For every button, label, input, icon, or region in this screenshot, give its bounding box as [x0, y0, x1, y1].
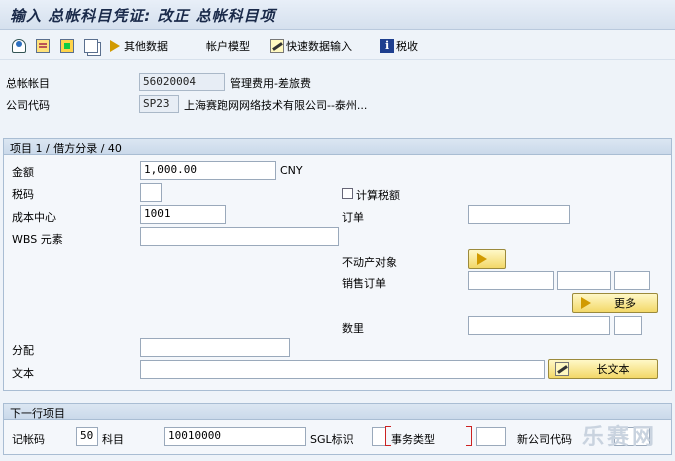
window-title: 输入 总帐科目凭证: 改正 总帐科目项: [10, 7, 276, 25]
sales-order-label: 销售订单: [342, 277, 386, 290]
arrow-right-icon: [475, 252, 489, 266]
order-input[interactable]: [468, 205, 570, 224]
calculate-tax-label: 计算税额: [356, 189, 400, 202]
document-check-icon: [60, 39, 74, 53]
real-estate-button[interactable]: [468, 249, 506, 269]
fast-entry-label: 快速数据输入: [286, 40, 352, 53]
more-button-label: 更多: [614, 297, 636, 310]
copy-icon: [84, 39, 98, 53]
next-item-header: 下一行项目: [4, 404, 671, 420]
order-label: 订单: [342, 211, 364, 224]
document-overview-button[interactable]: [36, 36, 50, 56]
amount-label: 金额: [12, 166, 34, 179]
info-icon: [380, 39, 394, 53]
item-section-header: 项目 1 / 借方分录 / 40: [4, 139, 671, 155]
arrow-right-icon: [108, 39, 122, 53]
account-input[interactable]: 10010000: [164, 427, 306, 446]
transaction-type-input[interactable]: [476, 427, 506, 446]
quantity-input[interactable]: [468, 316, 610, 335]
wbs-input[interactable]: [140, 227, 339, 246]
company-code-description: 上海赛跑网网络技术有限公司--泰州...: [184, 99, 368, 112]
other-data-button[interactable]: 其他数据: [108, 36, 168, 56]
sales-order-schedule-input[interactable]: [614, 271, 650, 290]
gl-account-field: 56020004: [139, 73, 225, 91]
quantity-label: 数里: [342, 322, 364, 335]
assignment-label: 分配: [12, 344, 34, 357]
application-toolbar: 其他数据 帐户模型 快速数据输入 税收: [0, 31, 675, 60]
company-code-field: SP23: [139, 95, 179, 113]
display-user-button[interactable]: [12, 36, 26, 56]
user-icon: [12, 39, 26, 53]
tax-code-input[interactable]: [140, 183, 162, 202]
more-button[interactable]: 更多: [572, 293, 658, 313]
edit-pencil-icon: [270, 39, 284, 53]
gl-account-description: 管理费用-差旅费: [230, 77, 311, 90]
tax-button[interactable]: 税收: [380, 36, 418, 56]
arrow-right-icon: [579, 296, 593, 310]
amount-input[interactable]: 1,000.00: [140, 161, 276, 180]
account-label: 科目: [102, 433, 124, 446]
text-label: 文本: [12, 367, 34, 380]
account-model-button[interactable]: 帐户模型: [206, 36, 250, 56]
company-code-label: 公司代码: [6, 99, 50, 112]
sgl-indicator-label: SGL标识: [310, 433, 354, 446]
long-text-button[interactable]: 长文本: [548, 359, 658, 379]
cost-center-input[interactable]: 1001: [140, 205, 226, 224]
item-section: 项目 1 / 借方分录 / 40 金额 1,000.00 CNY 税码 计算税额…: [3, 138, 672, 391]
wbs-label: WBS 元素: [12, 233, 63, 246]
gl-account-label: 总帐帐目: [6, 77, 50, 90]
title-bar: 输入 总帐科目凭证: 改正 总帐科目项: [0, 0, 675, 30]
real-estate-label: 不动产对象: [342, 256, 397, 269]
transaction-type-label: 事务类型: [391, 433, 435, 446]
posting-key-input[interactable]: 50: [76, 427, 98, 446]
sgl-indicator-input[interactable]: [372, 427, 386, 446]
document-list-icon: [36, 39, 50, 53]
long-text-button-label: 长文本: [596, 363, 630, 376]
cost-center-label: 成本中心: [12, 211, 56, 224]
park-document-button[interactable]: [60, 36, 74, 56]
currency-label: CNY: [280, 164, 303, 177]
posting-key-label: 记帐码: [12, 433, 45, 446]
tax-code-label: 税码: [12, 188, 34, 201]
unit-input[interactable]: [614, 316, 642, 335]
fast-entry-button[interactable]: 快速数据输入: [270, 36, 352, 56]
text-input[interactable]: [140, 360, 545, 379]
highlight-bracket-right: [466, 426, 472, 446]
other-data-label: 其他数据: [124, 40, 168, 53]
assignment-input[interactable]: [140, 338, 290, 357]
tax-label: 税收: [396, 40, 418, 53]
calculate-tax-checkbox[interactable]: [342, 188, 353, 199]
account-model-label: 帐户模型: [206, 40, 250, 53]
next-item-section: 下一行项目 记帐码 50 科目 10010000 SGL标识 事务类型 新公司代…: [3, 403, 672, 455]
sales-order-input[interactable]: [468, 271, 554, 290]
sales-order-item-input[interactable]: [557, 271, 611, 290]
watermark-logo: 乐赛网: [581, 425, 657, 450]
new-company-code-label: 新公司代码: [517, 433, 572, 446]
copy-button[interactable]: [84, 36, 98, 56]
long-text-icon: [555, 362, 569, 376]
